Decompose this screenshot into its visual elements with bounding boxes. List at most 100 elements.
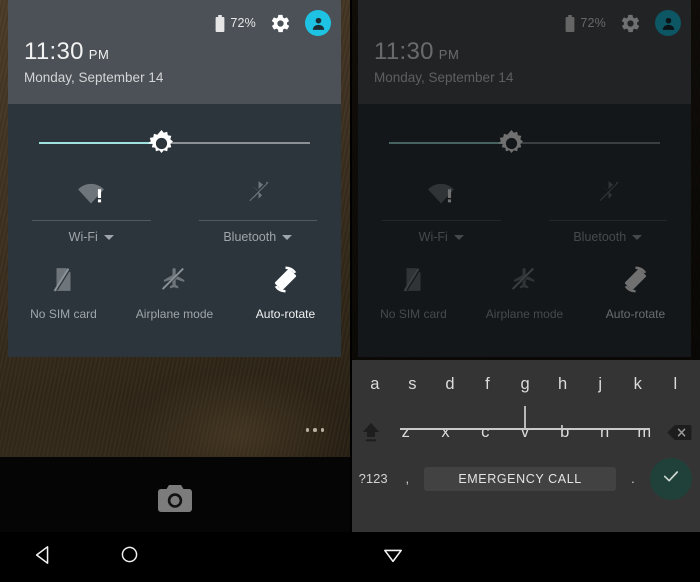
enter-key[interactable] (650, 457, 692, 500)
tile-airplane-mode[interactable]: Airplane mode (119, 262, 230, 321)
hide-keyboard-triangle-icon (383, 545, 403, 570)
quick-settings-panel: 72% 11:30 PM Monday, September 14 Wi-Fi … (8, 0, 341, 357)
battery-percent-label: 72% (230, 16, 256, 30)
key-a[interactable]: a (356, 360, 394, 408)
gear-icon[interactable] (620, 13, 641, 34)
quick-settings-header: 72% 11:30 PM Monday, September 14 (8, 0, 341, 104)
tile-wifi[interactable]: Wi-Fi (8, 164, 175, 244)
brightness-slider[interactable] (39, 104, 310, 160)
shift-caps-icon[interactable] (356, 408, 386, 456)
clock: 11:30 PM (24, 38, 109, 66)
key-comma[interactable]: , (390, 456, 424, 501)
chevron-down-icon[interactable] (632, 234, 643, 240)
brightness-sun-icon[interactable] (147, 130, 175, 157)
tile-row: No SIM card Airplane mode Auto-rotate (358, 262, 691, 321)
tile-bluetooth-label-group[interactable]: Bluetooth (175, 230, 342, 244)
clock-time: 11:30 (374, 38, 434, 65)
key-l[interactable]: l (657, 360, 695, 408)
nav-hide-keyboard[interactable] (350, 545, 436, 570)
tile-bluetooth[interactable]: Bluetooth (175, 164, 342, 244)
brightness-slider[interactable] (389, 104, 660, 160)
tile-auto-rotate-label: Auto-rotate (605, 307, 666, 321)
status-row: 72% (565, 10, 681, 36)
tile-wifi-label: Wi-Fi (68, 230, 98, 244)
overflow-dots-icon[interactable] (300, 422, 330, 438)
tile-wifi-label-group[interactable]: Wi-Fi (358, 230, 525, 244)
tile-bluetooth-label-group[interactable]: Bluetooth (525, 230, 692, 244)
bluetooth-off-icon (175, 172, 342, 212)
quick-settings-body: Wi-Fi Bluetooth No SIM card Airplane mod… (358, 104, 691, 357)
phone-screen-right: 72% 11:30 PM Monday, September 14 Wi-Fi … (350, 0, 700, 582)
airplane-off-icon (469, 262, 580, 296)
quick-settings-body: Wi-Fi Bluetooth No SIM card Airplane mod… (8, 104, 341, 357)
input-underline (400, 428, 650, 430)
clock-ampm: PM (438, 47, 460, 62)
tile-divider (548, 220, 667, 221)
clock: 11:30 PM (374, 38, 459, 66)
brightness-track-fill (39, 142, 161, 144)
bluetooth-off-icon (525, 172, 692, 212)
camera-icon[interactable] (158, 484, 192, 513)
user-avatar-icon[interactable] (655, 10, 681, 36)
brightness-sun-icon[interactable] (497, 130, 525, 157)
status-row: 72% (215, 10, 331, 36)
key-symbols[interactable]: ?123 (356, 456, 390, 501)
screenshot-root: 72% 11:30 PM Monday, September 14 Wi-Fi … (0, 0, 700, 582)
nav-back[interactable] (0, 545, 86, 570)
phone-screen-left: 72% 11:30 PM Monday, September 14 Wi-Fi … (0, 0, 350, 582)
tile-wifi-label: Wi-Fi (418, 230, 448, 244)
back-triangle-icon (33, 545, 53, 570)
nav-home[interactable] (86, 545, 172, 569)
tile-wifi-label-group[interactable]: Wi-Fi (8, 230, 175, 244)
clock-ampm: PM (88, 47, 110, 62)
auto-rotate-icon (580, 262, 691, 296)
clock-time: 11:30 (24, 38, 84, 65)
chevron-down-icon[interactable] (103, 234, 114, 240)
key-period[interactable]: . (616, 456, 650, 501)
tile-row: No SIM card Airplane mode Auto-rotate (8, 262, 341, 321)
quick-settings-header: 72% 11:30 PM Monday, September 14 (358, 0, 691, 104)
tile-no-sim-card[interactable]: No SIM card (358, 262, 469, 321)
check-icon (661, 466, 681, 491)
quick-settings-panel-dimmed: 72% 11:30 PM Monday, September 14 Wi-Fi … (358, 0, 691, 357)
tile-auto-rotate[interactable]: Auto-rotate (580, 262, 691, 321)
date-label: Monday, September 14 (374, 70, 514, 85)
tile-airplane-mode-label: Airplane mode (135, 307, 214, 321)
tile-wifi[interactable]: Wi-Fi (358, 164, 525, 244)
tile-airplane-mode[interactable]: Airplane mode (469, 262, 580, 321)
tile-divider (382, 220, 501, 221)
navigation-bar-right (350, 532, 700, 582)
tile-no-sim-card[interactable]: No SIM card (8, 262, 119, 321)
wifi-alert-icon (8, 172, 175, 212)
dual-tile-row: Wi-Fi Bluetooth (358, 164, 691, 244)
date-label: Monday, September 14 (24, 70, 164, 85)
password-input[interactable] (400, 400, 650, 430)
tile-divider (32, 220, 151, 221)
user-avatar-icon[interactable] (305, 10, 331, 36)
tile-bluetooth-label: Bluetooth (573, 230, 627, 244)
emergency-call-button[interactable]: EMERGENCY CALL (424, 466, 616, 491)
screen-divider (350, 0, 352, 582)
chevron-down-icon[interactable] (282, 234, 293, 240)
gear-icon[interactable] (270, 13, 291, 34)
tile-no-sim-card-label: No SIM card (30, 307, 97, 321)
tile-auto-rotate-label: Auto-rotate (255, 307, 316, 321)
auto-rotate-icon (230, 262, 341, 296)
wifi-alert-icon (358, 172, 525, 212)
battery-icon (215, 14, 225, 32)
tile-auto-rotate[interactable]: Auto-rotate (230, 262, 341, 321)
sim-card-off-icon (358, 262, 469, 296)
tile-divider (198, 220, 317, 221)
battery-icon (565, 14, 575, 32)
airplane-off-icon (119, 262, 230, 296)
battery-status: 72% (215, 14, 256, 32)
tile-no-sim-card-label: No SIM card (380, 307, 447, 321)
battery-status: 72% (565, 14, 606, 32)
sim-card-off-icon (8, 262, 119, 296)
brightness-track-fill (389, 142, 511, 144)
on-screen-keyboard: a s d f g h j k l z x c v b n m ?123 , E… (350, 360, 700, 532)
tile-bluetooth[interactable]: Bluetooth (525, 164, 692, 244)
backspace-key[interactable] (664, 408, 694, 456)
tile-bluetooth-label: Bluetooth (223, 230, 277, 244)
chevron-down-icon[interactable] (453, 234, 464, 240)
